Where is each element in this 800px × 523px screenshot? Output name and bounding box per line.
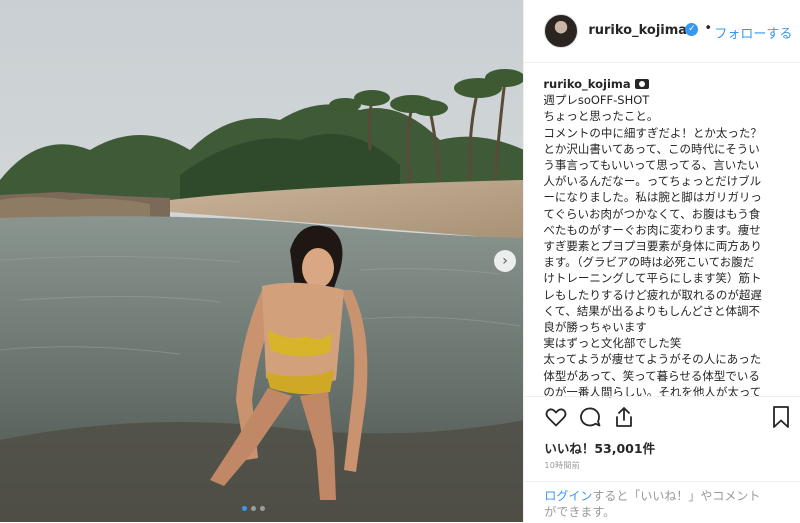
caption-line: けトレーニングして平らにします笑）筋ト — [543, 271, 762, 286]
header-username[interactable]: ruriko_kojima — [588, 23, 687, 38]
caption-line: ちょっと思ったこと。 — [543, 109, 659, 124]
caption-line: う事言ってもいいって思ってる、言いたい — [543, 158, 760, 173]
avatar[interactable] — [544, 14, 579, 48]
caption-username[interactable]: ruriko_kojima — [543, 76, 630, 92]
caption-line: とか沢山書いてあって、この時代にそうい — [543, 141, 760, 156]
caption-line: べたものがすーぐお肉に変わります。痩せ — [543, 222, 761, 237]
post-header: ruriko_kojima ✓ • フォローする — [524, 0, 800, 63]
caption-line: 体型があって、笑って暮らせる体型でいる — [543, 368, 760, 383]
login-link[interactable]: ログイン — [544, 489, 592, 503]
post-sidebar: ruriko_kojima ✓ • フォローする ruriko_kojima 週… — [523, 0, 800, 522]
caption-line: くて、結果が出るよりもしんどさと体調不 — [543, 303, 761, 318]
like-count[interactable]: いいね！53,001件 — [544, 438, 655, 457]
caption-line: すぎ要素とプヨプヨ要素が身体に両方あり — [543, 239, 762, 254]
caption-line: ます。（グラビアの時は必死こいてお腹だ — [543, 255, 755, 270]
share-icon[interactable] — [612, 405, 636, 429]
post-caption: ruriko_kojima 週プレsoOFF-SHOT ちょっと思ったこと。 コ… — [543, 76, 795, 400]
login-prompt-text-2: ができます。 — [544, 505, 616, 519]
comment-icon[interactable] — [578, 405, 602, 429]
caption-line: てぐらいお肉がつかなくて、お腹はもう食 — [543, 206, 761, 221]
verified-badge-icon: ✓ — [685, 23, 699, 36]
caption-line: 人がいるんだなー。ってちょっとだけブル — [543, 174, 762, 189]
post-timestamp[interactable]: 10時間前 — [544, 460, 580, 471]
caption-line: コメントの中に細すぎだよ！とか太った？ — [543, 125, 762, 140]
carousel-dot — [260, 506, 265, 511]
caption-line: ーになりました。私は腕と脚はガリガリっ — [543, 190, 762, 205]
carousel-dot — [242, 506, 247, 511]
post-photo[interactable]: › — [0, 0, 524, 522]
caption-line: レもしたりするけど疲れが取れるのが超遅 — [543, 287, 762, 302]
caption-line: 週プレsoOFF-SHOT — [543, 93, 650, 108]
login-prompt-text: すると「いいね！」やコメント — [592, 489, 761, 503]
instagram-post: › ruriko_kojima ✓ • フォローする ruriko_kojima… — [0, 0, 800, 522]
follow-button[interactable]: フォローする — [714, 23, 792, 42]
caption-line: 良が勝っちゃいます — [543, 320, 647, 335]
caption-line: 実はずっと文化部でした笑 — [543, 336, 682, 351]
bookmark-icon[interactable] — [770, 405, 792, 429]
beach-photo-image — [0, 0, 524, 522]
camera-icon — [634, 79, 649, 89]
carousel-dots — [242, 506, 265, 511]
carousel-dot — [251, 506, 256, 511]
heart-icon[interactable] — [544, 405, 568, 429]
login-prompt: ログインすると「いいね！」やコメント ができます。 — [524, 481, 800, 520]
chevron-right-icon[interactable]: › — [494, 250, 516, 272]
post-actions: いいね！53,001件 10時間前 ログインすると「いいね！」やコメント ができ… — [524, 396, 800, 523]
separator-dot: • — [704, 21, 713, 36]
caption-line: 太ってようが痩せてようがその人にあった — [543, 352, 762, 367]
